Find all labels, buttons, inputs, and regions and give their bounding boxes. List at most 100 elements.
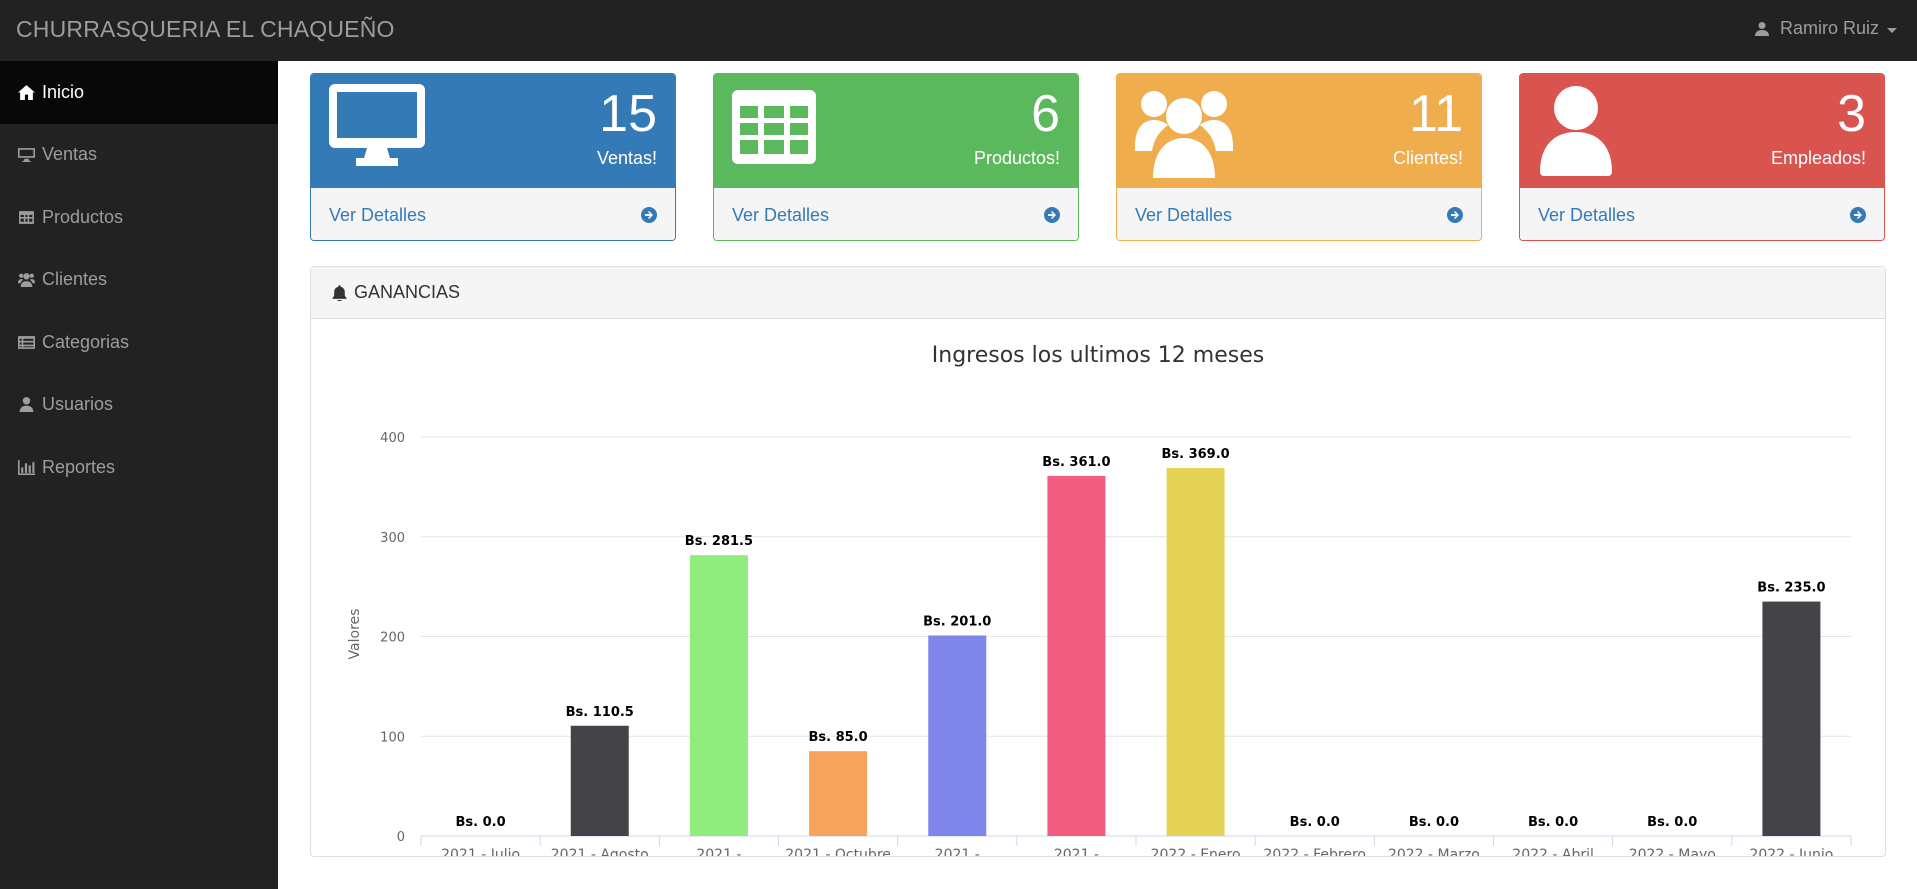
stat-card-clientes: 11 Clientes! Ver Detalles xyxy=(1116,73,1482,241)
home-icon xyxy=(18,84,35,100)
user-menu[interactable]: Ramiro Ruiz xyxy=(1754,18,1897,39)
x-tick-label: 2021 - xyxy=(1054,847,1099,856)
stat-card-empleados: 3 Empleados! Ver Detalles xyxy=(1519,73,1885,241)
stat-label: Productos! xyxy=(973,148,1060,168)
bell-icon xyxy=(332,285,347,301)
details-link-label: Ver Detalles xyxy=(1538,204,1636,225)
data-label: Bs. 201.0 xyxy=(923,615,991,630)
table-icon xyxy=(732,84,816,169)
details-link[interactable]: Ver Detalles xyxy=(714,188,1078,240)
user-icon xyxy=(1754,21,1769,36)
x-tick-label: 2021 - xyxy=(935,847,980,856)
chart-title: Ingresos los ultimos 12 meses xyxy=(932,343,1264,368)
x-tick-label: 2021 - Agosto xyxy=(551,847,649,856)
earnings-panel: GANANCIAS Ingresos los ultimos 12 meses V… xyxy=(310,266,1886,881)
data-label: Bs. 361.0 xyxy=(1042,455,1110,470)
x-tick-label: 2022 - Febrero xyxy=(1264,847,1366,856)
details-link-label: Ver Detalles xyxy=(1135,204,1233,225)
stat-label: Clientes! xyxy=(1392,148,1463,168)
data-label: Bs. 110.5 xyxy=(566,705,634,720)
data-label: Bs. 281.5 xyxy=(685,534,753,549)
x-tick-label: 2022 - Marzo xyxy=(1388,847,1480,856)
details-link[interactable]: Ver Detalles xyxy=(1520,188,1884,240)
bar xyxy=(570,725,629,836)
details-link[interactable]: Ver Detalles xyxy=(1117,188,1481,240)
x-tick-label: 2022 - Mayo xyxy=(1629,847,1716,856)
sidebar-item-ventas[interactable]: Ventas xyxy=(0,124,278,187)
panel-header: GANANCIAS xyxy=(311,267,1885,319)
details-link[interactable]: Ver Detalles xyxy=(311,188,675,240)
bar xyxy=(1047,475,1106,836)
x-tick-label: 2021 - Octubre xyxy=(785,847,891,856)
user-icon xyxy=(19,397,34,413)
users-icon xyxy=(18,273,35,288)
arrow-circle-right-icon xyxy=(1850,207,1866,223)
desktop-icon xyxy=(18,148,35,163)
y-tick-label: 400 xyxy=(380,431,405,446)
sidebar-item-usuarios[interactable]: Usuarios xyxy=(0,374,278,437)
details-link-label: Ver Detalles xyxy=(329,204,427,225)
stat-count: 15 xyxy=(599,85,657,143)
stat-card-productos: 6 Productos! Ver Detalles xyxy=(713,73,1079,241)
data-label: Bs. 0.0 xyxy=(1409,815,1459,830)
bar xyxy=(689,555,748,836)
data-label: Bs. 0.0 xyxy=(1647,815,1697,830)
data-label: Bs. 235.0 xyxy=(1757,581,1825,596)
users-icon xyxy=(1135,84,1233,183)
stat-count: 6 xyxy=(1031,85,1060,143)
x-tick-label: 2022 - Abril xyxy=(1512,847,1594,856)
x-tick-label: 2021 - Julio xyxy=(441,847,520,856)
top-navbar: CHURRASQUERIA EL CHAQUEÑO Ramiro Ruiz xyxy=(0,0,1917,61)
stat-card-ventas: 15 Ventas! Ver Detalles xyxy=(310,73,676,241)
data-label: Bs. 0.0 xyxy=(1528,815,1578,830)
user-icon xyxy=(1538,84,1612,181)
sidebar-item-clientes[interactable]: Clientes xyxy=(0,249,278,312)
sidebar-item-label: Reportes xyxy=(42,456,116,477)
y-tick-label: 200 xyxy=(380,631,405,646)
y-tick-label: 300 xyxy=(380,531,405,546)
panel-title: GANANCIAS xyxy=(354,282,461,302)
data-label: Bs. 85.0 xyxy=(808,730,867,745)
sidebar: Inicio Ventas Productos Clientes Categor… xyxy=(0,61,278,889)
chart-area: Ingresos los ultimos 12 meses Valores 0 100… xyxy=(311,319,1885,881)
arrow-circle-right-icon xyxy=(1044,207,1060,223)
stat-label: Ventas! xyxy=(596,148,657,168)
brand-title[interactable]: CHURRASQUERIA EL CHAQUEÑO xyxy=(16,16,395,43)
user-name: Ramiro Ruiz xyxy=(1779,18,1879,38)
sidebar-item-productos[interactable]: Productos xyxy=(0,186,278,249)
bar xyxy=(928,635,987,836)
sidebar-item-inicio[interactable]: Inicio xyxy=(0,61,278,124)
sidebar-item-reportes[interactable]: Reportes xyxy=(0,436,278,499)
stat-label: Empleados! xyxy=(1770,148,1866,168)
y-axis-label: Valores xyxy=(347,609,363,660)
x-tick-label: 2021 - xyxy=(696,847,741,856)
table-icon xyxy=(19,210,34,224)
sidebar-item-categorias[interactable]: Categorias xyxy=(0,311,278,374)
sidebar-item-label: Usuarios xyxy=(42,394,114,415)
earnings-bar-chart: Ingresos los ultimos 12 meses Valores 0 100… xyxy=(347,343,1852,881)
main-content: 15 Ventas! Ver Detalles 6 Productos! Ver… xyxy=(278,61,1917,889)
bar xyxy=(809,751,868,836)
desktop-icon xyxy=(329,84,425,171)
stat-count: 11 xyxy=(1409,85,1463,143)
details-link-label: Ver Detalles xyxy=(732,204,830,225)
chevron-down-icon xyxy=(1887,27,1897,33)
sidebar-item-label: Inicio xyxy=(42,81,85,102)
data-label: Bs. 0.0 xyxy=(456,815,506,830)
bar xyxy=(1762,601,1821,836)
list-icon xyxy=(18,335,35,349)
bar-chart-icon xyxy=(18,459,35,475)
x-tick-label: 2022 - Enero xyxy=(1151,847,1241,856)
stat-count: 3 xyxy=(1837,85,1866,143)
data-label: Bs. 369.0 xyxy=(1161,447,1229,462)
sidebar-item-label: Clientes xyxy=(42,269,108,290)
x-tick-label: 2022 - Junio xyxy=(1749,847,1833,856)
data-label: Bs. 0.0 xyxy=(1290,815,1340,830)
y-tick-label: 100 xyxy=(380,730,405,745)
arrow-circle-right-icon xyxy=(641,207,657,223)
sidebar-item-label: Categorias xyxy=(42,331,130,352)
sidebar-item-label: Ventas xyxy=(42,144,98,165)
y-tick-label: 0 xyxy=(397,830,405,845)
bar xyxy=(1166,467,1225,836)
sidebar-item-label: Productos xyxy=(42,206,124,227)
